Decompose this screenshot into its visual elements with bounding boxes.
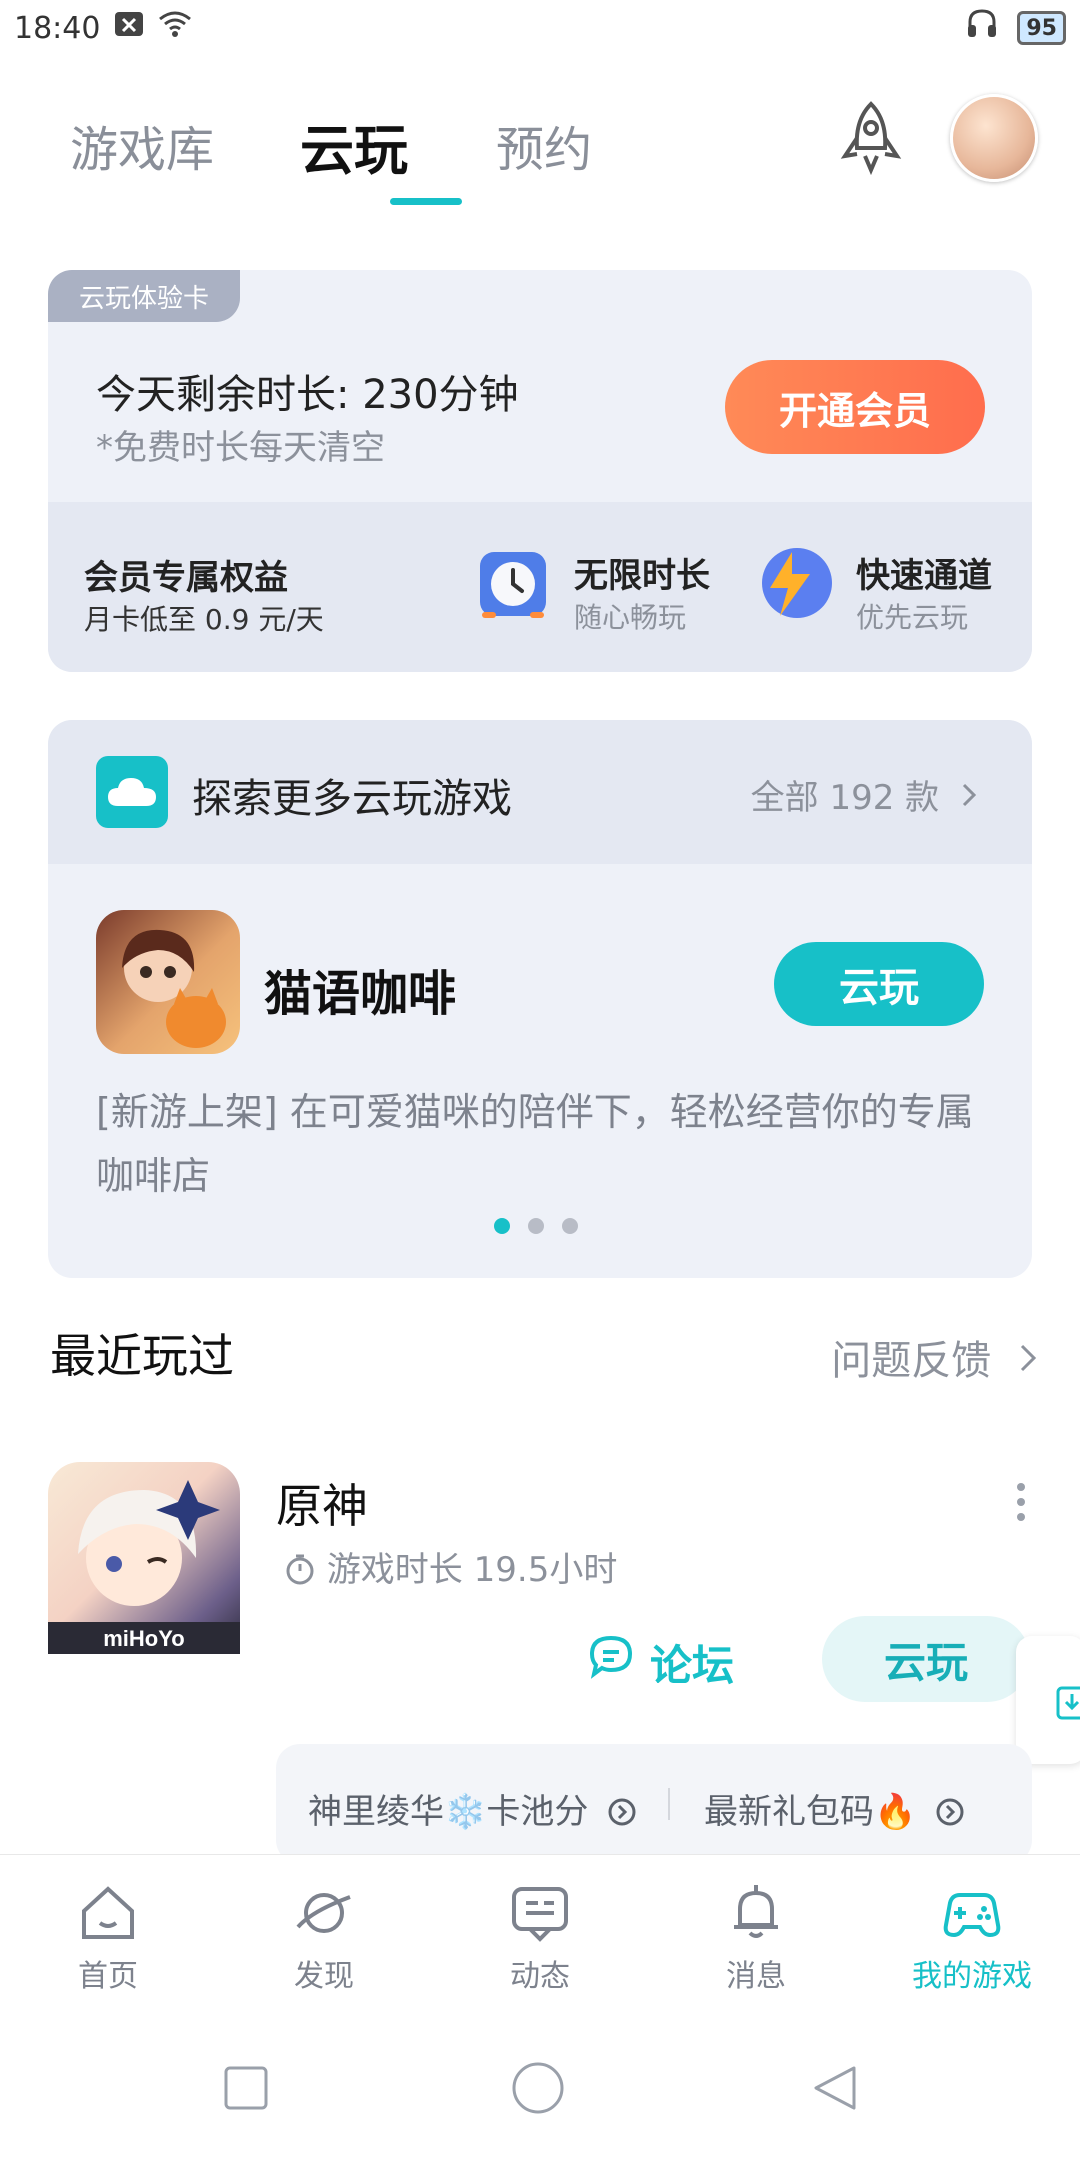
divider	[668, 1788, 670, 1820]
nav-feed[interactable]: 动态	[450, 1881, 630, 1995]
wifi-icon	[158, 10, 192, 46]
info-text: 神里绫华❄️卡池分	[308, 1792, 589, 1832]
chevron-circle-icon	[607, 1792, 637, 1832]
benefits-price: 月卡低至 0.9 元/天	[84, 603, 324, 636]
floating-download-tab[interactable]	[1016, 1636, 1080, 1764]
feedback-label: 问题反馈	[831, 1338, 992, 1384]
tab-game-library[interactable]: 游戏库	[70, 110, 214, 180]
download-icon	[1056, 1682, 1080, 1726]
benefits-title: 会员专属权益	[84, 558, 288, 598]
game-info-strip: 神里绫华❄️卡池分 最新礼包码🔥	[276, 1744, 1032, 1864]
benefit-label: 无限时长	[574, 556, 710, 596]
game-description: [新游上架] 在可爱猫咪的陪伴下，轻松经营你的专属咖啡店	[96, 1090, 974, 1198]
explore-all-count: 全部 192 款	[750, 778, 940, 818]
nav-label: 消息	[726, 1959, 786, 1994]
recents-button[interactable]	[224, 2066, 268, 2114]
status-bar: 18:40 95	[0, 0, 1080, 56]
nav-discover[interactable]: 发现	[234, 1881, 414, 1995]
headphones-icon	[965, 7, 999, 49]
member-benefits[interactable]: 会员专属权益 月卡低至 0.9 元/天 无限时长 随心畅玩 快速通道 优先云玩	[48, 502, 1032, 672]
gamepad-icon	[940, 1881, 1004, 1945]
carousel-dot	[528, 1218, 544, 1234]
rocket-icon[interactable]	[833, 100, 909, 176]
game-name: 猫语咖啡	[264, 966, 457, 1022]
alarm-clock-icon	[474, 544, 552, 622]
explore-title: 探索更多云玩游戏	[192, 776, 512, 822]
forum-chat-icon	[588, 1634, 634, 1690]
cloud-play-button[interactable]: 云玩	[774, 942, 984, 1026]
message-board-icon	[508, 1881, 572, 1945]
explore-all-link[interactable]: 全部 192 款	[751, 770, 978, 819]
benefit-desc: 优先云玩	[856, 601, 969, 634]
planet-icon	[292, 1881, 356, 1945]
chevron-circle-icon	[935, 1792, 965, 1832]
play-time-text: 游戏时长 19.5小时	[326, 1550, 618, 1590]
benefit-label: 快速通道	[856, 556, 992, 596]
carousel-indicator	[494, 1218, 578, 1234]
lightning-icon	[756, 544, 834, 622]
circle-icon	[512, 2062, 564, 2114]
chevron-right-icon	[1018, 1338, 1038, 1384]
recent-cloud-play-button[interactable]: 云玩	[822, 1616, 1030, 1702]
carousel-dot	[494, 1218, 510, 1234]
benefit-desc: 随心畅玩	[574, 601, 687, 634]
timer-icon	[284, 1550, 327, 1590]
system-navigation-bar	[0, 2020, 1080, 2160]
explore-header[interactable]: 探索更多云玩游戏 全部 192 款	[48, 720, 1032, 864]
feedback-link[interactable]: 问题反馈	[831, 1328, 1038, 1386]
mihoyo-logo-text: miHoYo	[103, 1626, 184, 1651]
info-text: 最新礼包码🔥	[704, 1792, 917, 1832]
play-time: 游戏时长 19.5小时	[284, 1542, 617, 1591]
open-membership-button[interactable]: 开通会员	[725, 360, 985, 454]
notification-x-icon	[114, 9, 144, 47]
home-icon	[76, 1881, 140, 1945]
square-icon	[224, 2066, 268, 2110]
remaining-time: 今天剩余时长: 230分钟	[96, 372, 519, 418]
carousel-dot	[562, 1218, 578, 1234]
game-icon-cat-cafe[interactable]	[96, 910, 240, 1054]
back-button[interactable]	[810, 2064, 858, 2116]
nav-label: 发现	[294, 1959, 354, 1994]
trial-card-badge: 云玩体验卡	[48, 270, 240, 322]
nav-label: 动态	[510, 1959, 570, 1994]
forum-button[interactable]: 论坛	[588, 1632, 734, 1692]
nav-home[interactable]: 首页	[18, 1881, 198, 1995]
explore-card: 探索更多云玩游戏 全部 192 款 猫语咖啡 云玩 [新游上架] 在可爱猫咪的陪…	[48, 720, 1032, 1278]
forum-label: 论坛	[650, 1640, 735, 1690]
home-button[interactable]	[512, 2062, 564, 2118]
recent-title: 最近玩过	[50, 1329, 234, 1383]
bottom-nav: 首页 发现 动态 消息 我的游戏	[0, 1854, 1080, 2021]
membership-card: 云玩体验卡 今天剩余时长: 230分钟 *免费时长每天清空 开通会员 会员专属权…	[48, 270, 1032, 672]
tab-reservation[interactable]: 预约	[496, 110, 592, 180]
avatar[interactable]	[950, 94, 1038, 182]
chevron-right-icon	[960, 778, 978, 818]
triangle-back-icon	[814, 2066, 856, 2110]
recent-game-name: 原神	[276, 1479, 368, 1533]
active-tab-indicator	[390, 198, 462, 205]
tab-cloud-play[interactable]: 云玩	[300, 106, 408, 185]
battery-indicator: 95	[1017, 11, 1066, 45]
nav-messages[interactable]: 消息	[666, 1881, 846, 1995]
game-icon-genshin[interactable]: miHoYo	[48, 1462, 240, 1654]
nav-label: 首页	[78, 1959, 138, 1994]
info-item-banner[interactable]: 神里绫华❄️卡池分	[308, 1784, 637, 1833]
nav-label: 我的游戏	[912, 1959, 1032, 1994]
status-time: 18:40	[14, 10, 101, 46]
nav-my-games[interactable]: 我的游戏	[882, 1881, 1062, 1995]
more-vertical-icon[interactable]	[1016, 1482, 1026, 1522]
remaining-note: *免费时长每天清空	[96, 428, 385, 468]
cloud-icon	[96, 756, 168, 828]
info-item-gift-code[interactable]: 最新礼包码🔥	[704, 1784, 965, 1833]
bell-icon	[724, 1881, 788, 1945]
